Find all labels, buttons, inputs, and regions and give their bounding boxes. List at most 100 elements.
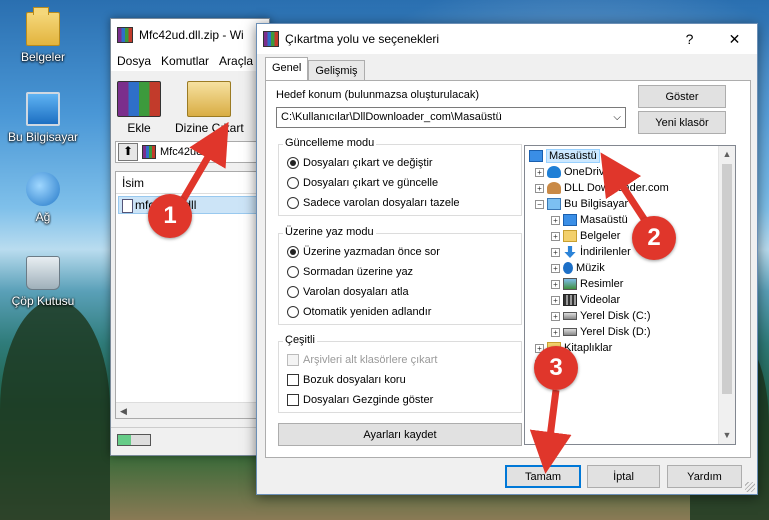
expand-icon[interactable]: + — [551, 295, 560, 305]
winrar-app-icon — [263, 31, 279, 47]
radio[interactable] — [287, 197, 299, 209]
resize-grip[interactable] — [745, 482, 755, 492]
overwrite-mode-group: Üzerine yaz modu Üzerine yazmadan önce s… — [278, 226, 522, 325]
tree-vertical-scrollbar[interactable]: ▲ ▼ — [718, 146, 735, 444]
winrar-window[interactable]: Mfc42ud.dll.zip - Wi Dosya Komutlar Araç… — [110, 18, 270, 456]
tree-node[interactable]: + Belgeler — [551, 228, 620, 244]
desktop-icon-network[interactable]: Ağ — [4, 172, 82, 224]
help-button[interactable]: Yardım — [667, 465, 742, 488]
destination-path-value: C:\Kullanıcılar\DllDownloader_com\Masaüs… — [281, 111, 502, 123]
radio[interactable] — [287, 286, 299, 298]
cancel-button[interactable]: İptal — [587, 465, 660, 488]
menu-commands[interactable]: Komutlar — [161, 54, 209, 68]
misc-option-show-in-explorer[interactable]: Dosyaları Gezginde göster — [287, 394, 433, 406]
add-archive-icon — [117, 81, 161, 117]
chevron-down-icon[interactable]: ⌵ — [613, 108, 621, 127]
tab-general[interactable]: Genel — [265, 57, 309, 80]
radio[interactable] — [287, 306, 299, 318]
tab-advanced[interactable]: Gelişmiş — [308, 60, 365, 81]
desktop-icon-documents[interactable]: Belgeler — [4, 7, 82, 64]
horizontal-scrollbar[interactable]: ◀ — [116, 402, 264, 418]
expand-icon[interactable]: + — [551, 215, 560, 225]
expand-icon[interactable]: + — [535, 167, 544, 177]
expand-icon[interactable]: + — [551, 263, 560, 273]
step-callout-2: 2 — [632, 216, 676, 260]
ok-button[interactable]: Tamam — [505, 465, 581, 488]
overwrite-option-skip[interactable]: Varolan dosyaları atla — [287, 286, 409, 298]
drive-icon — [563, 328, 577, 336]
tree-node[interactable]: + Videolar — [551, 292, 620, 308]
tree-node[interactable]: + Müzik — [551, 260, 605, 276]
option-label: Varolan dosyaları atla — [303, 286, 409, 298]
expand-icon[interactable]: + — [551, 231, 560, 241]
dialog-title: Çıkartma yolu ve seçenekleri — [285, 32, 440, 46]
menu-file[interactable]: Dosya — [117, 54, 151, 68]
tree-node[interactable]: + DLL Downloader.com — [535, 180, 669, 196]
new-folder-button[interactable]: Yeni klasör — [638, 111, 726, 134]
dialog-tabs: Genel Gelişmiş — [265, 57, 365, 81]
overwrite-option-overwrite[interactable]: Sormadan üzerine yaz — [287, 266, 413, 278]
tree-node[interactable]: + Resimler — [551, 276, 623, 292]
checkbox[interactable] — [287, 394, 299, 406]
archive-icon — [142, 145, 156, 159]
folder-icon — [563, 230, 577, 242]
tree-node[interactable]: + OneDrive — [535, 164, 610, 180]
help-title-button[interactable]: ? — [667, 24, 712, 54]
radio[interactable] — [287, 266, 299, 278]
show-button[interactable]: Göster — [638, 85, 726, 108]
dialog-titlebar[interactable]: Çıkartma yolu ve seçenekleri ? ✕ — [257, 24, 757, 54]
tree-node[interactable]: + İndirilenler — [551, 244, 631, 260]
radio-selected[interactable] — [287, 246, 299, 258]
close-button[interactable]: ✕ — [712, 24, 757, 54]
expand-icon[interactable]: + — [535, 183, 544, 193]
desktop-icon-recycle-bin[interactable]: Çöp Kutusu — [4, 256, 82, 308]
radio-selected[interactable] — [287, 157, 299, 169]
extract-to-button[interactable]: Dizine Çıkart — [175, 81, 244, 135]
up-folder-button[interactable]: ⬆ — [118, 143, 138, 161]
folder-tree[interactable]: Masaüstü + OneDrive + DLL Downloader.com… — [524, 145, 736, 445]
option-label: Dosyaları çıkart ve güncelle — [303, 177, 439, 189]
desktop-icon — [563, 214, 577, 226]
column-header-name[interactable]: İsim — [116, 172, 264, 194]
extract-to-button-label: Dizine Çıkart — [175, 121, 244, 135]
winrar-statusbar — [111, 427, 269, 455]
expand-icon[interactable]: + — [551, 247, 560, 257]
tree-node[interactable]: + Masaüstü — [551, 212, 628, 228]
misc-option-keep-broken[interactable]: Bozuk dosyaları koru — [287, 374, 406, 386]
scroll-up-icon[interactable]: ▲ — [719, 146, 735, 163]
expand-icon[interactable]: + — [551, 311, 560, 321]
tree-node[interactable]: Masaüstü — [529, 148, 600, 164]
scrollbar-thumb[interactable] — [722, 164, 732, 394]
pictures-icon — [563, 278, 577, 290]
expand-icon[interactable]: + — [551, 279, 560, 289]
option-label: Üzerine yazmadan önce sor — [303, 246, 440, 258]
add-button[interactable]: Ekle — [117, 81, 161, 135]
desktop-icon-label: Çöp Kutusu — [11, 294, 75, 308]
winrar-titlebar[interactable]: Mfc42ud.dll.zip - Wi — [111, 19, 269, 51]
save-settings-button[interactable]: Ayarları kaydet — [278, 423, 522, 446]
tree-node[interactable]: − Bu Bilgisayar — [535, 196, 628, 212]
update-option-replace[interactable]: Dosyaları çıkart ve değiştir — [287, 157, 433, 169]
radio[interactable] — [287, 177, 299, 189]
collapse-icon[interactable]: − — [535, 199, 544, 209]
expand-icon[interactable]: + — [551, 327, 560, 337]
tree-label: İndirilenler — [580, 246, 631, 258]
scroll-down-icon[interactable]: ▼ — [719, 427, 735, 444]
winrar-app-icon — [117, 27, 133, 43]
overwrite-option-rename[interactable]: Otomatik yeniden adlandır — [287, 306, 431, 318]
general-tab-panel: Hedef konum (bulunmazsa oluşturulacak) C… — [265, 80, 751, 458]
tree-node[interactable]: + Yerel Disk (D:) — [551, 324, 651, 340]
overwrite-option-ask[interactable]: Üzerine yazmadan önce sor — [287, 246, 440, 258]
add-button-label: Ekle — [127, 121, 151, 135]
desktop-icon-this-pc[interactable]: Bu Bilgisayar — [4, 92, 82, 144]
menu-tools[interactable]: Araçla — [219, 54, 253, 68]
tree-node[interactable]: + Yerel Disk (C:) — [551, 308, 651, 324]
update-option-update[interactable]: Dosyaları çıkart ve güncelle — [287, 177, 438, 189]
music-icon — [563, 262, 573, 274]
winrar-title: Mfc42ud.dll.zip - Wi — [139, 28, 244, 42]
destination-path-combo[interactable]: C:\Kullanıcılar\DllDownloader_com\Masaüs… — [276, 107, 626, 128]
extraction-dialog[interactable]: Çıkartma yolu ve seçenekleri ? ✕ Genel G… — [256, 23, 758, 495]
update-option-freshen[interactable]: Sadece varolan dosyaları tazele — [287, 197, 460, 209]
checkbox-disabled — [287, 354, 299, 366]
checkbox[interactable] — [287, 374, 299, 386]
